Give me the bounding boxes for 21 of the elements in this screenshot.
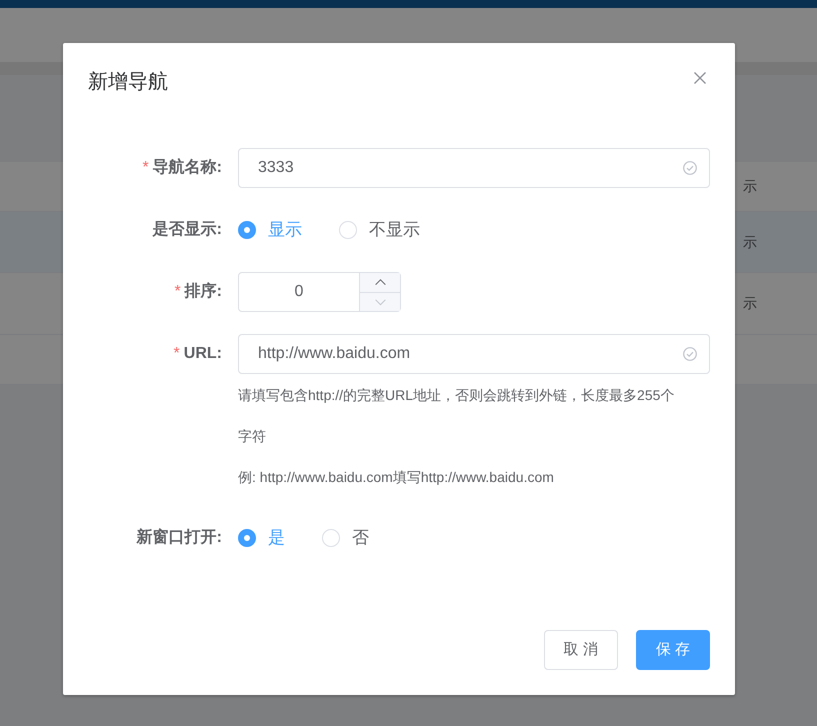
help-text: 请填写包含http://的完整URL地址，否则会跳转到外链，长度最多255个 (238, 386, 676, 405)
table-cell-text: 示 (743, 294, 757, 313)
radio-button[interactable] (238, 529, 256, 547)
number-field[interactable]: 0 (238, 272, 401, 312)
field-label: * URL: (172, 344, 223, 364)
table-cell-text: 示 (743, 177, 757, 196)
field-label: 是否显示: (152, 220, 223, 240)
table-cell-text: 示 (743, 232, 757, 252)
text-field[interactable]: 3333 (238, 148, 710, 188)
text-field[interactable]: http://www.baidu.com (238, 334, 710, 374)
field-label: * 导航名称: (141, 157, 223, 178)
dialog-title: 新增导航 (88, 70, 168, 95)
field-label: * 排序: (173, 281, 223, 302)
radio-label[interactable]: 不显示 (369, 217, 420, 243)
help-text: 字符 (238, 427, 267, 446)
radio-label[interactable]: 否 (352, 525, 369, 551)
radio-button[interactable] (238, 221, 256, 239)
cancel-button[interactable]: 取 消 (544, 630, 618, 670)
field-label: 新窗口打开: (135, 527, 223, 548)
close-icon[interactable] (694, 72, 706, 84)
help-text: 例: http://www.baidu.com填写http://www.baidu.com (238, 468, 555, 487)
